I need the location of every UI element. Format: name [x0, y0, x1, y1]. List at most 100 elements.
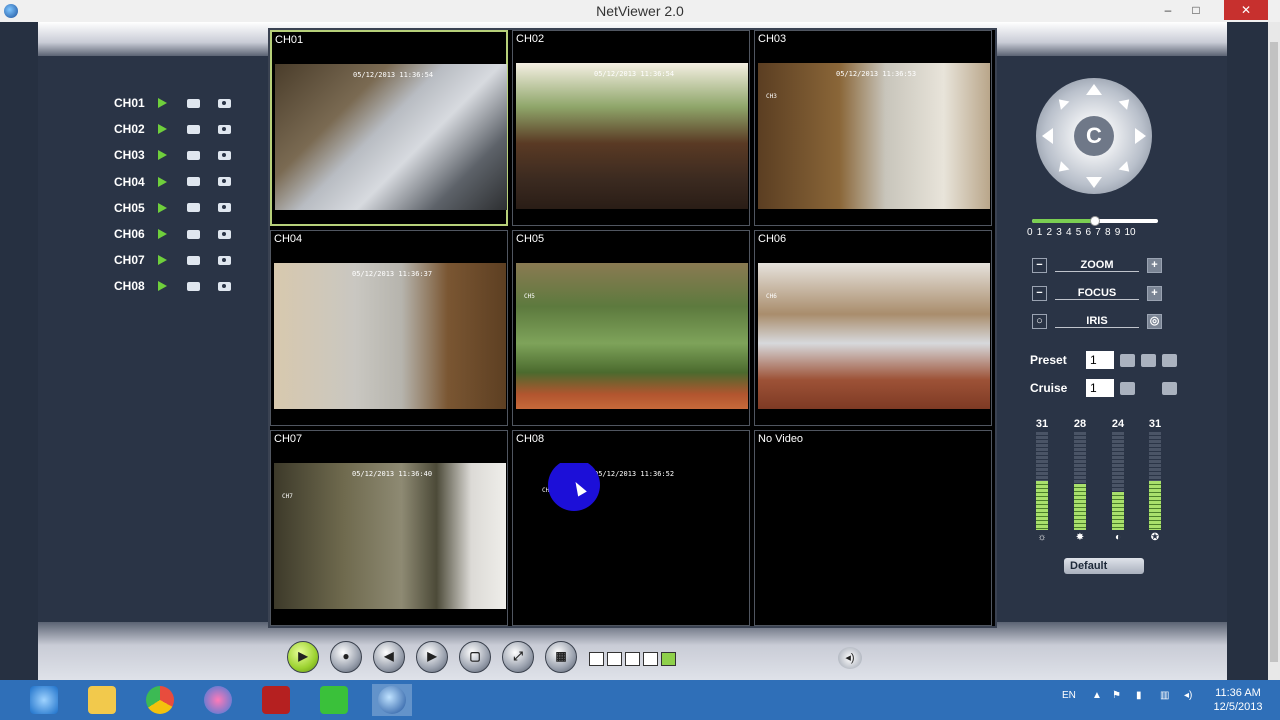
- video-cell-ch04[interactable]: CH04 05/12/2013 11:36:37: [270, 230, 508, 426]
- ptz-reset-button[interactable]: C: [1074, 116, 1114, 156]
- play-icon[interactable]: [158, 124, 167, 135]
- record-icon[interactable]: [187, 255, 200, 265]
- iris-open-button[interactable]: ◎: [1147, 313, 1162, 329]
- record-icon[interactable]: [187, 150, 200, 160]
- network-icon[interactable]: ▥: [1160, 690, 1169, 701]
- cruise-stop-button[interactable]: [1162, 381, 1177, 395]
- channel-label[interactable]: CH05: [114, 201, 158, 215]
- battery-icon[interactable]: ▮: [1136, 690, 1142, 701]
- play-icon[interactable]: [158, 255, 167, 266]
- speed-slider-knob[interactable]: [1090, 216, 1100, 226]
- language-indicator[interactable]: EN: [1062, 690, 1076, 701]
- taskbar-explorer[interactable]: [82, 684, 122, 716]
- record-icon[interactable]: [187, 281, 200, 291]
- taskbar-netviewer[interactable]: [372, 684, 412, 716]
- play-icon[interactable]: [158, 176, 167, 187]
- snapshot-icon[interactable]: [218, 229, 231, 239]
- zoom-in-button[interactable]: +: [1147, 257, 1162, 273]
- layout-1x1-icon[interactable]: [589, 652, 604, 666]
- channel-label[interactable]: CH08: [114, 279, 158, 293]
- layout-4x4-icon[interactable]: [661, 652, 676, 666]
- snapshot-button[interactable]: ▦: [545, 641, 577, 673]
- snapshot-icon[interactable]: [218, 177, 231, 187]
- snapshot-icon[interactable]: [218, 255, 231, 265]
- play-icon[interactable]: [158, 98, 167, 109]
- restore-button[interactable]: □: [1182, 0, 1210, 20]
- contrast-meter[interactable]: 24 ◐: [1108, 418, 1128, 543]
- video-cell-ch01[interactable]: CH01 05/12/2013 11:36:54: [270, 30, 508, 226]
- cruise-start-button[interactable]: [1120, 381, 1135, 395]
- iris-close-button[interactable]: ○: [1032, 313, 1047, 329]
- record-icon[interactable]: [187, 177, 200, 187]
- scrollbar-thumb[interactable]: [1270, 42, 1278, 662]
- focus-near-button[interactable]: −: [1032, 285, 1047, 301]
- layout-3x3-icon[interactable]: [625, 652, 640, 666]
- previous-page-button[interactable]: ◀: [373, 641, 405, 673]
- ptz-down-icon[interactable]: [1086, 177, 1102, 188]
- channel-label[interactable]: CH07: [114, 253, 158, 267]
- speed-slider[interactable]: [1032, 216, 1158, 226]
- next-page-button[interactable]: ▶: [416, 641, 448, 673]
- zoom-out-button[interactable]: −: [1032, 257, 1047, 273]
- expand-button[interactable]: ⤢: [502, 641, 534, 673]
- play-icon[interactable]: [158, 281, 167, 292]
- fullscreen-button[interactable]: ▢: [459, 641, 491, 673]
- ptz-up-icon[interactable]: [1086, 84, 1102, 95]
- snapshot-icon[interactable]: [218, 98, 231, 108]
- ptz-right-icon[interactable]: [1135, 128, 1146, 144]
- channel-label[interactable]: CH04: [114, 175, 158, 189]
- channel-label[interactable]: CH03: [114, 148, 158, 162]
- taskbar-chrome[interactable]: [140, 684, 180, 716]
- snapshot-icon[interactable]: [218, 281, 231, 291]
- video-cell-ch08[interactable]: CH08 05/12/2013 11:36:52 CH8: [512, 430, 750, 626]
- play-icon[interactable]: [158, 202, 167, 213]
- ptz-left-icon[interactable]: [1042, 128, 1053, 144]
- video-cell-ch06[interactable]: CH06 CH6: [754, 230, 992, 426]
- record-button[interactable]: ●: [330, 641, 362, 673]
- minimize-button[interactable]: –: [1154, 0, 1182, 20]
- default-button[interactable]: Default: [1064, 558, 1144, 574]
- layout-1plus5-icon[interactable]: [643, 652, 658, 666]
- snapshot-icon[interactable]: [218, 150, 231, 160]
- record-icon[interactable]: [187, 124, 200, 134]
- taskbar-fxpro[interactable]: [256, 684, 296, 716]
- close-button[interactable]: ✕: [1224, 0, 1268, 20]
- volume-icon[interactable]: ◂): [1184, 690, 1192, 701]
- preset-goto-button[interactable]: [1162, 353, 1177, 367]
- record-icon[interactable]: [187, 98, 200, 108]
- channel-label[interactable]: CH01: [114, 96, 158, 110]
- ptz-upleft-icon[interactable]: [1054, 95, 1070, 110]
- video-cell-ch02[interactable]: CH02 05/12/2013 11:36:54: [512, 30, 750, 226]
- saturation-meter[interactable]: 31 ✪: [1145, 418, 1165, 543]
- layout-2x2-icon[interactable]: [607, 652, 622, 666]
- scrollbar[interactable]: [1268, 22, 1280, 680]
- play-icon[interactable]: [158, 150, 167, 161]
- volume-button[interactable]: ◂): [838, 647, 862, 669]
- video-cell-ch05[interactable]: CH05 CH5: [512, 230, 750, 426]
- preset-input[interactable]: 1: [1086, 351, 1114, 369]
- channel-label[interactable]: CH02: [114, 122, 158, 136]
- video-cell-empty[interactable]: No Video: [754, 430, 992, 626]
- ptz-upright-icon[interactable]: [1118, 95, 1134, 110]
- channel-label[interactable]: CH06: [114, 227, 158, 241]
- preset-remove-button[interactable]: [1141, 353, 1156, 367]
- focus-far-button[interactable]: +: [1147, 285, 1162, 301]
- taskbar-ie[interactable]: [24, 684, 64, 716]
- clock[interactable]: 11:36 AM 12/5/2013: [1208, 686, 1268, 714]
- snapshot-icon[interactable]: [218, 203, 231, 213]
- play-all-button[interactable]: ▶: [287, 641, 319, 673]
- taskbar-app4[interactable]: [198, 684, 238, 716]
- snapshot-icon[interactable]: [218, 124, 231, 134]
- cruise-input[interactable]: 1: [1086, 379, 1114, 397]
- sharpness-meter[interactable]: 28 ✸: [1070, 418, 1090, 543]
- record-icon[interactable]: [187, 229, 200, 239]
- flag-icon[interactable]: ⚑: [1112, 690, 1121, 701]
- play-icon[interactable]: [158, 229, 167, 240]
- ptz-downright-icon[interactable]: [1118, 161, 1134, 176]
- video-cell-ch03[interactable]: CH03 05/12/2013 11:36:53 CH3: [754, 30, 992, 226]
- record-icon[interactable]: [187, 203, 200, 213]
- video-cell-ch07[interactable]: CH07 05/12/2013 11:36:40 CH7: [270, 430, 508, 626]
- ptz-dial[interactable]: C: [1036, 78, 1152, 194]
- taskbar-line[interactable]: [314, 684, 354, 716]
- ptz-downleft-icon[interactable]: [1054, 161, 1070, 176]
